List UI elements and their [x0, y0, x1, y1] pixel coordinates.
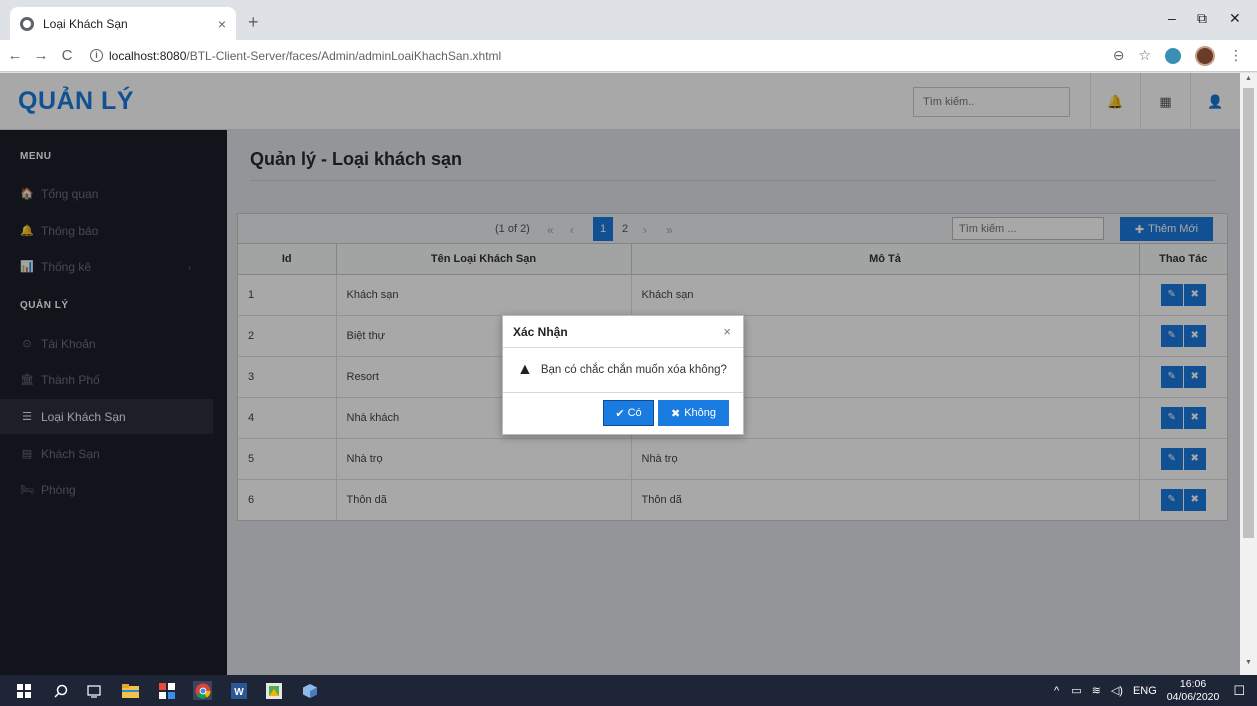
windows-start-icon[interactable] [14, 681, 33, 700]
tab-title: Loại Khách Sạn [43, 16, 128, 31]
check-icon: ✔ [615, 407, 625, 420]
address-bar[interactable]: i localhost:8080/BTL-Client-Server/faces… [90, 49, 1113, 63]
scroll-down-arrow-icon[interactable]: ▼ [1240, 659, 1257, 673]
url-host: localhost:8080 [109, 48, 187, 63]
no-label: Không [684, 407, 717, 419]
globe-icon [20, 16, 34, 31]
clock-time: 16:06 [1179, 677, 1207, 690]
browser-tab-bar: Loại Khách Sạn × + – ⧉ ✕ [0, 0, 1257, 40]
extension-icon[interactable] [1165, 47, 1181, 64]
dialog-message: Bạn có chắc chắn muốn xóa không? [540, 364, 727, 376]
warning-icon: ▲ [517, 361, 533, 378]
new-tab-button[interactable]: + [248, 12, 259, 33]
maximize-button[interactable]: ⧉ [1197, 10, 1207, 27]
bookmark-star-icon[interactable]: ☆ [1138, 47, 1151, 64]
language-indicator[interactable]: ENG [1133, 685, 1157, 697]
task-view-icon[interactable] [84, 681, 103, 700]
project-app-icon[interactable] [264, 681, 283, 700]
volume-icon[interactable]: ◁) [1111, 684, 1123, 697]
page-scrollbar[interactable]: ▲ ▼ [1240, 73, 1257, 675]
dialog-footer: ✔ Có ✖ Không [503, 393, 743, 434]
battery-icon[interactable]: ▭ [1071, 684, 1081, 697]
scroll-up-arrow-icon[interactable]: ▲ [1240, 75, 1257, 89]
scroll-thumb[interactable] [1243, 88, 1254, 538]
address-bar-row: ← → C i localhost:8080/BTL-Client-Server… [0, 40, 1257, 72]
dialog-title: Xác Nhận [513, 325, 568, 339]
tray-overflow-icon[interactable]: ^ [1054, 685, 1059, 697]
dialog-close-icon[interactable]: × [723, 324, 731, 339]
browser-menu-icon[interactable]: ⋮ [1229, 47, 1243, 64]
browser-tab[interactable]: Loại Khách Sạn × [10, 7, 236, 40]
word-icon[interactable]: W [229, 681, 248, 700]
info-icon[interactable]: i [90, 49, 103, 62]
wifi-icon[interactable]: ≋ [1092, 684, 1101, 697]
virtualbox-icon[interactable] [300, 681, 319, 700]
system-tray: ^ ▭ ≋ ◁) ENG 16:06 04/06/2020 ☐ [1054, 675, 1257, 706]
confirm-yes-button[interactable]: ✔ Có [603, 400, 654, 426]
forward-button[interactable]: → [30, 47, 52, 64]
search-icon[interactable] [51, 681, 70, 700]
dialog-body: ▲ Bạn có chắc chắn muốn xóa không? [503, 348, 743, 393]
dialog-header: Xác Nhận × [503, 316, 743, 348]
remote-app-icon[interactable] [157, 681, 176, 700]
close-window-button[interactable]: ✕ [1229, 10, 1241, 27]
minimize-button[interactable]: – [1168, 10, 1176, 26]
confirm-no-button[interactable]: ✖ Không [658, 400, 729, 426]
clock-date: 04/06/2020 [1166, 690, 1220, 703]
yes-label: Có [627, 407, 642, 419]
x-icon: ✖ [670, 407, 681, 420]
tab-close-icon[interactable]: × [218, 16, 226, 32]
confirm-dialog: Xác Nhận × ▲ Bạn có chắc chắn muốn xóa k… [502, 315, 744, 435]
zoom-icon[interactable]: ⊖ [1113, 47, 1125, 64]
profile-avatar[interactable] [1195, 45, 1215, 66]
url-path: /BTL-Client-Server/faces/Admin/adminLoai… [186, 48, 502, 63]
back-button[interactable]: ← [4, 47, 26, 64]
reload-button[interactable]: C [56, 47, 78, 64]
windows-taskbar: W ^ ▭ ≋ ◁) ENG 16:06 04/06/2020 ☐ [0, 675, 1257, 706]
notification-center-icon[interactable]: ☐ [1233, 683, 1245, 699]
clock[interactable]: 16:06 04/06/2020 [1167, 678, 1220, 704]
file-explorer-icon[interactable] [121, 681, 140, 700]
chrome-icon[interactable] [193, 681, 212, 700]
svg-text:W: W [234, 687, 244, 698]
